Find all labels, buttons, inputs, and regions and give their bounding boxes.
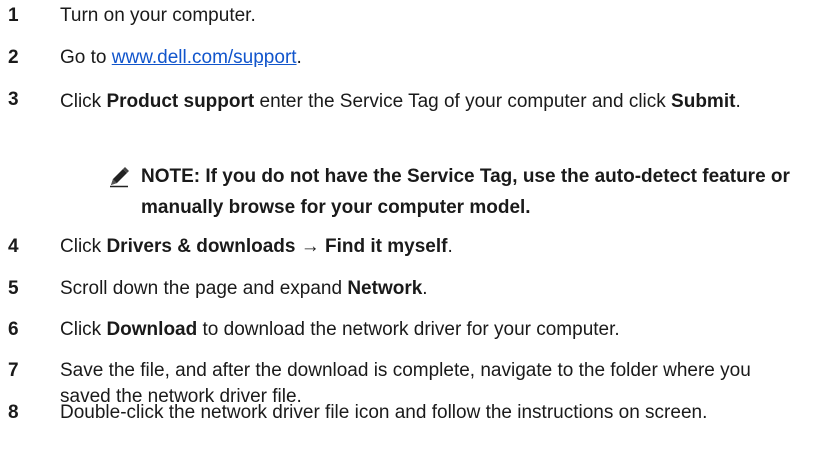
step-number: 1	[8, 5, 19, 26]
step-number: 6	[8, 319, 19, 340]
step-text: Go to www.dell.com/support.	[60, 47, 302, 68]
step-text: Click Download to download the network d…	[60, 319, 620, 340]
step-number: 2	[8, 47, 19, 68]
step-number: 8	[8, 402, 19, 423]
step-number: 7	[8, 360, 19, 381]
step-text: Scroll down the page and expand Network.	[60, 278, 428, 299]
pencil-note-icon	[108, 166, 130, 188]
step-number: 5	[8, 278, 19, 299]
step-text: Click Drivers & downloads → Find it myse…	[60, 236, 453, 257]
step-text: Click Product support enter the Service …	[60, 91, 741, 112]
step-number: 3	[8, 89, 19, 110]
note-text: NOTE: If you do not have the Service Tag…	[141, 166, 790, 218]
step-text: Turn on your computer.	[60, 5, 256, 26]
dell-support-link[interactable]: www.dell.com/support	[112, 47, 297, 68]
instructions-page: 1 Turn on your computer. 2 Go to www.del…	[0, 0, 824, 453]
step-text: Double-click the network driver file ico…	[60, 402, 708, 423]
step-number: 4	[8, 236, 19, 257]
